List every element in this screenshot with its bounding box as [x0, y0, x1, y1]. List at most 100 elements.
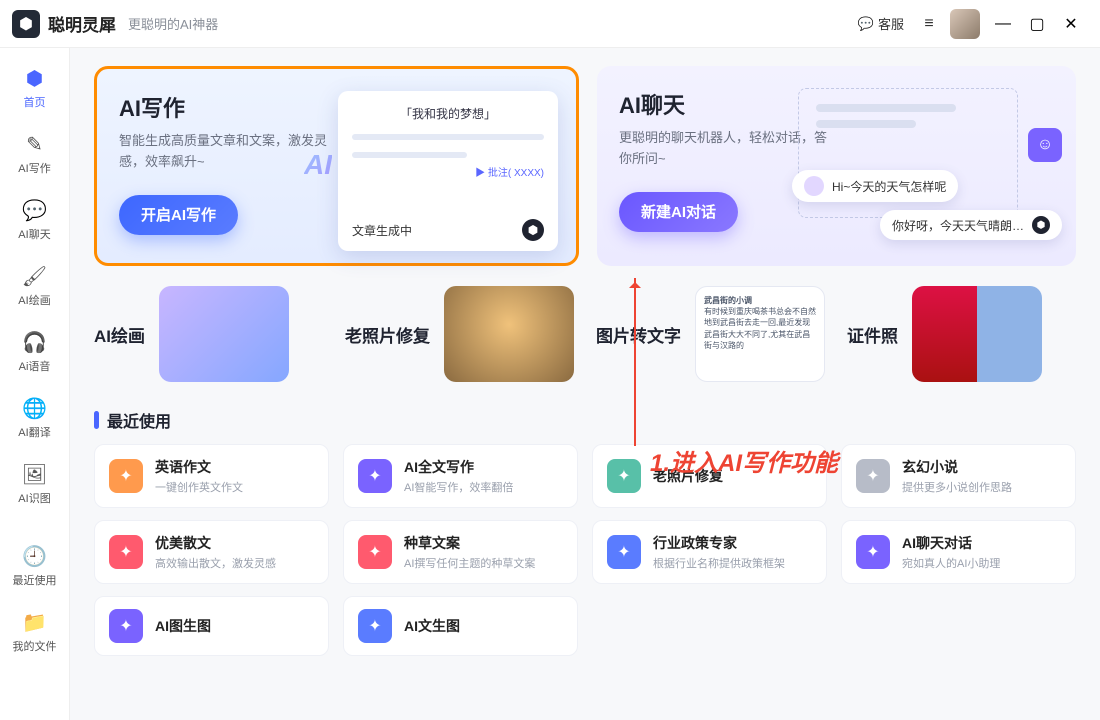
- new-chat-button[interactable]: 新建AI对话: [619, 192, 738, 232]
- chat-dock-icon: ☺: [1028, 128, 1062, 162]
- recent-card-sub: 提供更多小说创作思路: [902, 479, 1012, 495]
- bubble-text: 你好呀，今天天气晴朗…: [892, 217, 1024, 234]
- recent-card-icon: ✦: [109, 609, 143, 643]
- hamburger-menu-icon[interactable]: ≡: [914, 9, 944, 39]
- feature-title: 老照片修复: [345, 322, 430, 347]
- recent-card[interactable]: ✦AI全文写作AI智能写作，效率翻倍: [343, 444, 578, 508]
- sidebar-item-label: AI识图: [18, 490, 50, 506]
- sidebar-item-files[interactable]: 📁 我的文件: [5, 602, 65, 660]
- recent-card-icon: ✦: [856, 459, 890, 493]
- chat-preview: ☺ Hi~今天的天气怎样呢 你好呀，今天天气晴朗…⬢: [798, 88, 1058, 248]
- headphone-icon: 🎧: [22, 330, 47, 355]
- recent-card-title: AI全文写作: [404, 457, 513, 477]
- sidebar-item-chat[interactable]: 💬AI聊天: [5, 190, 65, 248]
- recent-card[interactable]: ✦ 英语作文一键创作英文作文: [94, 444, 329, 508]
- titlebar: ⬢ 聪明灵犀 更聪明的AI神器 💬 客服 ≡ — ▢ ✕: [0, 0, 1100, 48]
- recent-grid: ✦英语作文一键创作英文作文✦AI全文写作AI智能写作，效率翻倍✦老照片修复✦玄幻…: [94, 444, 1076, 656]
- sidebar-item-label: Ai语音: [19, 358, 51, 374]
- recent-card-icon: ✦: [109, 459, 143, 493]
- recent-card-icon: ✦: [109, 535, 143, 569]
- chat-bubble-icon: 💬: [858, 16, 874, 32]
- image-icon: 🖼: [22, 462, 47, 487]
- sidebar-item-recent[interactable]: 🕘 最近使用: [5, 536, 65, 594]
- window-maximize-button[interactable]: ▢: [1020, 9, 1054, 39]
- sidebar-item-writing[interactable]: ✎AI写作: [5, 124, 65, 182]
- recent-card-sub: 根据行业名称提供政策框架: [653, 555, 785, 571]
- recent-heading-text: 最近使用: [107, 408, 171, 432]
- ai-badge-icon: AI: [304, 149, 332, 181]
- recent-card-title: 老照片修复: [653, 466, 723, 486]
- sidebar-item-voice[interactable]: 🎧 Ai语音: [5, 322, 65, 380]
- sidebar-item-ocr[interactable]: 🖼 AI识图: [5, 454, 65, 512]
- recent-card-icon: ✦: [358, 535, 392, 569]
- sidebar-item-translate[interactable]: 🌐AI翻译: [5, 388, 65, 446]
- sidebar-item-label: 我的文件: [13, 638, 57, 654]
- recent-card-sub: 一键创作英文作文: [155, 479, 243, 495]
- ocr-thumb: 武昌街的小调有时候到重庆喝茶书总会不自然地到武昌街去走一回,最近发现武昌街大大不…: [695, 286, 825, 382]
- feature-painting[interactable]: AI绘画: [94, 286, 323, 382]
- avatar-icon: [804, 176, 824, 196]
- recent-card-icon: ✦: [607, 535, 641, 569]
- folder-icon: 📁: [22, 610, 47, 635]
- home-icon: ⬢: [26, 66, 43, 91]
- feature-id-photo[interactable]: 证件照: [847, 286, 1076, 382]
- ocr-sample-body: 有时候到重庆喝茶书总会不自然地到武昌街去走一回,最近发现武昌街大大不同了,尤其在…: [704, 307, 816, 350]
- recent-card-title: 优美散文: [155, 533, 276, 553]
- sidebar: ⬢首页 ✎AI写作 💬AI聊天 🖌AI绘画 🎧Ai语音 🌐AI翻译 🖼AI识图 …: [0, 48, 70, 720]
- id-photo-thumb-icon: [912, 286, 1042, 382]
- recent-card-sub: AI撰写任何主题的种草文案: [404, 555, 535, 571]
- sidebar-item-label: 最近使用: [13, 572, 57, 588]
- chat-bubble: Hi~今天的天气怎样呢: [792, 170, 958, 202]
- window-minimize-button[interactable]: —: [986, 9, 1020, 39]
- recent-card-title: AI文生图: [404, 616, 460, 636]
- app-logo-icon: ⬢: [12, 10, 40, 38]
- recent-card[interactable]: ✦AI聊天对话宛如真人的AI小助理: [841, 520, 1076, 584]
- support-button[interactable]: 💬 客服: [848, 9, 914, 39]
- recent-card[interactable]: ✦ 行业政策专家根据行业名称提供政策框架: [592, 520, 827, 584]
- photo-thumb-icon: [444, 286, 574, 382]
- preview-status: 文章生成中: [352, 222, 412, 239]
- sidebar-item-paint[interactable]: 🖌AI绘画: [5, 256, 65, 314]
- hex-logo-icon: ⬢: [1032, 216, 1050, 234]
- recent-card[interactable]: ✦AI图生图: [94, 596, 329, 656]
- feature-title: 证件照: [847, 322, 898, 347]
- clock-icon: 🕘: [22, 544, 47, 569]
- feature-title: AI绘画: [94, 322, 145, 347]
- recent-card-title: 英语作文: [155, 457, 243, 477]
- cta-label: 开启AI写作: [141, 204, 216, 225]
- app-tagline: 更聪明的AI神器: [128, 14, 218, 33]
- recent-card-sub: 宛如真人的AI小助理: [902, 555, 1000, 571]
- preview-title: 「我和我的梦想」: [352, 105, 544, 122]
- pen-icon: ✎: [26, 132, 43, 157]
- recent-card[interactable]: ✦AI文生图: [343, 596, 578, 656]
- writing-preview-card: AI 「我和我的梦想」 ▶ 批注( XXXX) 文章生成中 ⬢: [338, 91, 558, 251]
- hero-subtitle: 智能生成高质量文章和文案，激发灵感，效率飙升~: [119, 131, 329, 173]
- feature-ocr[interactable]: 图片转文字武昌街的小调有时候到重庆喝茶书总会不自然地到武昌街去走一回,最近发现武…: [596, 286, 825, 382]
- feature-photo-restore[interactable]: 老照片修复: [345, 286, 574, 382]
- recent-card-icon: ✦: [607, 459, 641, 493]
- chat-icon: 💬: [22, 198, 47, 223]
- bubble-text: Hi~今天的天气怎样呢: [832, 178, 946, 195]
- main-content: AI写作 智能生成高质量文章和文案，激发灵感，效率飙升~ 开启AI写作 AI 「…: [70, 48, 1100, 720]
- recent-card-title: 种草文案: [404, 533, 535, 553]
- recent-card-icon: ✦: [358, 459, 392, 493]
- start-writing-button[interactable]: 开启AI写作: [119, 195, 238, 235]
- recent-card-sub: 高效输出散文，激发灵感: [155, 555, 276, 571]
- recent-card-title: 行业政策专家: [653, 533, 785, 553]
- recent-card-title: 玄幻小说: [902, 457, 1012, 477]
- recent-card[interactable]: ✦ 种草文案 AI撰写任何主题的种草文案: [343, 520, 578, 584]
- hero-card-chat[interactable]: AI聊天 更聪明的聊天机器人，轻松对话，答你所问~ 新建AI对话 ☺ Hi~今天…: [597, 66, 1076, 266]
- recent-card[interactable]: ✦ 玄幻小说提供更多小说创作思路: [841, 444, 1076, 508]
- recent-card[interactable]: ✦ 优美散文高效输出散文，激发灵感: [94, 520, 329, 584]
- user-avatar[interactable]: [950, 9, 980, 39]
- hero-card-writing[interactable]: AI写作 智能生成高质量文章和文案，激发灵感，效率飙升~ 开启AI写作 AI 「…: [94, 66, 579, 266]
- painting-thumb-icon: [159, 286, 289, 382]
- sidebar-item-label: AI绘画: [18, 292, 50, 308]
- recent-card[interactable]: ✦ 老照片修复: [592, 444, 827, 508]
- app-name: 聪明灵犀: [48, 11, 116, 36]
- preview-note: ▶ 批注( XXXX): [352, 164, 544, 179]
- window-close-button[interactable]: ✕: [1054, 9, 1088, 39]
- hex-logo-icon: ⬢: [522, 219, 544, 241]
- sidebar-item-home[interactable]: ⬢ 首页: [5, 58, 65, 116]
- sidebar-item-label: 首页: [24, 94, 46, 110]
